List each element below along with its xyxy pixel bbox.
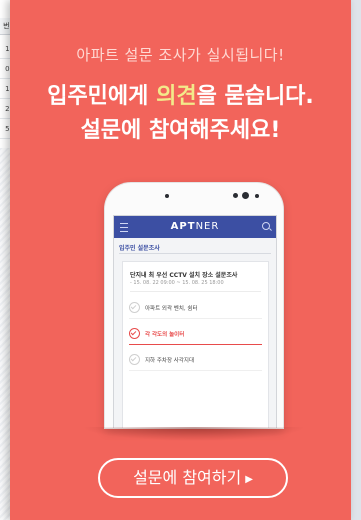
- section-title: 입주민 설문조사: [119, 245, 160, 252]
- question-divider: [130, 291, 261, 292]
- app-bar: APTNER: [114, 216, 276, 238]
- question-date: - 15. 08. 22 09:00 ~ 15. 08. 25 18:00: [130, 280, 224, 286]
- option-divider: [129, 370, 262, 371]
- join-survey-button[interactable]: 설문에 참여하기 ▶: [98, 458, 288, 498]
- option-label: 지하 주차장 사각지대: [145, 358, 195, 364]
- phone-sensor-dot: [255, 194, 259, 198]
- popup-subtitle: 아파트 설문 조사가 실시됩니다!: [76, 46, 285, 64]
- phone-camera-dot: [233, 193, 238, 198]
- option-divider-selected: [129, 344, 262, 345]
- headline-text-post: 을 묻습니다.: [196, 84, 314, 109]
- search-icon: [262, 222, 270, 230]
- app-brand: APTNER: [114, 216, 276, 238]
- question-title: 단지내 최 우선 CCTV 설치 장소 설문조사: [130, 272, 238, 279]
- section-divider: [119, 253, 271, 254]
- phone-mockup: APTNER 입주민 설문조사 단지내 최 우선 CCTV 설치 장소 설문조사…: [105, 183, 283, 428]
- app-brand-thin: NER: [195, 221, 220, 232]
- option-check-icon-selected: [129, 328, 140, 339]
- option-label: 아파트 외곽 벤치, 쉼터: [145, 306, 198, 312]
- headline-text-pre: 입주민에게: [47, 84, 157, 109]
- option-check-icon: [129, 302, 140, 313]
- survey-popup: 아파트 설문 조사가 실시됩니다! 입주민에게 의견을 묻습니다. 설문에 참여…: [10, 0, 351, 520]
- option-divider: [129, 318, 262, 319]
- play-arrow-icon: ▶: [245, 474, 253, 485]
- phone-shadow: [82, 427, 306, 441]
- join-survey-label: 설문에 참여하기: [133, 468, 242, 487]
- survey-card: 단지내 최 우선 CCTV 설치 장소 설문조사 - 15. 08. 22 09…: [122, 261, 269, 428]
- popup-headline: 입주민에게 의견을 묻습니다.: [10, 82, 351, 112]
- option-label-selected: 각 각도의 놀이터: [145, 332, 185, 338]
- app-brand-bold: APT: [170, 221, 196, 232]
- phone-screen: APTNER 입주민 설문조사 단지내 최 우선 CCTV 설치 장소 설문조사…: [113, 215, 277, 428]
- phone-camera-dot: [242, 192, 249, 199]
- option-check-icon: [129, 354, 140, 365]
- popup-headline-line2: 설문에 참여해주세요!: [80, 118, 281, 143]
- headline-highlight: 의견: [156, 84, 197, 109]
- phone-speaker-dot: [165, 194, 169, 198]
